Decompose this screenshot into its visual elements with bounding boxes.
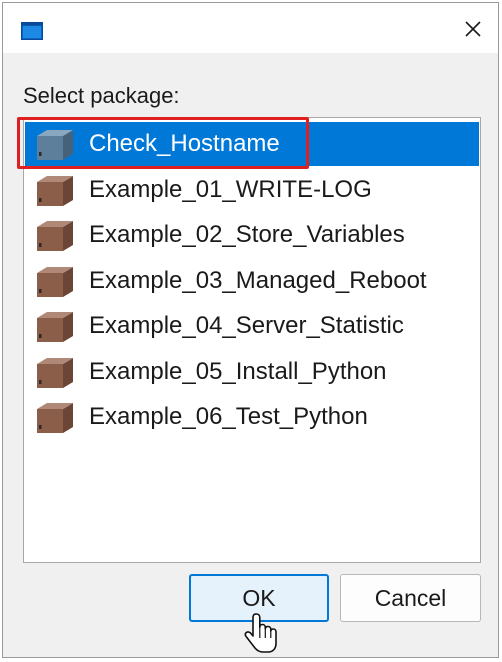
package-label: Check_Hostname [89, 130, 280, 157]
close-icon [465, 21, 481, 37]
package-label: Example_02_Store_Variables [89, 221, 405, 248]
package-label: Example_04_Server_Statistic [89, 312, 404, 339]
package-list-item[interactable]: Example_06_Test_Python [25, 395, 479, 439]
package-box-icon [37, 312, 73, 342]
package-label: Example_06_Test_Python [89, 403, 368, 430]
title-bar[interactable] [3, 3, 498, 53]
close-button[interactable] [454, 11, 492, 47]
select-package-dialog: Select package: Check_Hostname Example_01… [2, 2, 499, 658]
package-label: Example_01_WRITE-LOG [89, 175, 372, 203]
window-app-icon [21, 22, 43, 40]
ok-button[interactable]: OK [189, 574, 329, 622]
package-list-item[interactable]: Example_03_Managed_Reboot [25, 259, 479, 303]
package-list-item[interactable]: Check_Hostname [25, 122, 479, 166]
package-list-item[interactable]: Example_01_WRITE-LOG [25, 168, 479, 212]
package-box-icon [37, 403, 73, 433]
package-label: Example_05_Install_Python [89, 357, 387, 385]
cancel-button[interactable]: Cancel [340, 574, 481, 622]
package-list-item[interactable]: Example_02_Store_Variables [25, 213, 479, 257]
package-box-icon [37, 266, 73, 297]
select-package-label: Select package: [23, 83, 180, 108]
package-box-icon [37, 221, 73, 251]
package-box-icon [37, 130, 73, 160]
package-box-icon [37, 357, 73, 388]
package-list-item[interactable]: Example_05_Install_Python [25, 350, 479, 394]
package-box-icon [37, 175, 73, 206]
package-list-item[interactable]: Example_04_Server_Statistic [25, 304, 479, 348]
package-listbox[interactable]: Check_Hostname Example_01_WRITE-LOG Exampl… [23, 117, 481, 563]
package-label: Example_03_Managed_Reboot [89, 266, 427, 294]
